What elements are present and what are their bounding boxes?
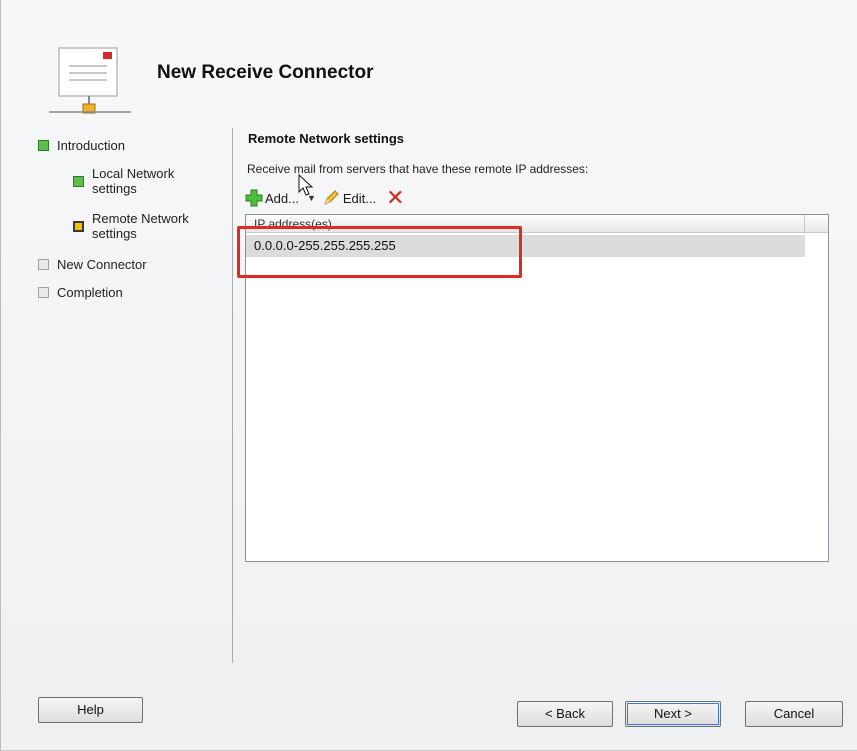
toolbar: Add... ▼ Edit... ✕ bbox=[245, 185, 405, 211]
edit-button[interactable]: Edit... bbox=[322, 189, 376, 207]
wizard-title: New Receive Connector bbox=[157, 62, 374, 83]
back-button[interactable]: < Back bbox=[517, 701, 613, 727]
section-title: Remote Network settings bbox=[248, 131, 405, 146]
nav-item-introduction: Introduction bbox=[38, 138, 125, 153]
add-icon bbox=[245, 189, 263, 207]
nav-item-completion: Completion bbox=[38, 285, 123, 300]
nav-divider bbox=[232, 128, 233, 663]
step-complete-icon bbox=[73, 176, 84, 187]
nav-item-new-connector: New Connector bbox=[38, 257, 147, 272]
nav-item-label: Completion bbox=[57, 285, 123, 300]
step-complete-icon bbox=[38, 140, 49, 151]
next-button[interactable]: Next > bbox=[625, 701, 721, 727]
nav-item-label: Local Network settings bbox=[92, 166, 175, 196]
help-button[interactable]: Help bbox=[38, 697, 143, 723]
edit-button-label: Edit... bbox=[342, 190, 377, 206]
nav-item-label: Introduction bbox=[57, 138, 125, 153]
delete-icon[interactable]: ✕ bbox=[386, 187, 404, 209]
step-pending-icon bbox=[38, 287, 49, 298]
add-button-label: Add... bbox=[265, 190, 299, 206]
wizard-window: New Receive Connector Introduction Local… bbox=[0, 0, 857, 751]
edit-icon bbox=[323, 190, 339, 205]
add-button[interactable]: Add... bbox=[245, 189, 299, 207]
step-current-icon bbox=[73, 221, 84, 232]
nav-item-remote-network: Remote Network settings bbox=[73, 211, 213, 241]
mouse-cursor-icon bbox=[298, 174, 314, 196]
connector-wizard-icon bbox=[49, 47, 131, 114]
step-pending-icon bbox=[38, 259, 49, 270]
annotation-highlight bbox=[237, 226, 522, 278]
nav-item-local-network: Local Network settings bbox=[73, 166, 203, 196]
nav-item-label: Remote Network settings bbox=[92, 211, 189, 241]
nav-item-label: New Connector bbox=[57, 257, 147, 272]
cancel-button[interactable]: Cancel bbox=[745, 701, 843, 727]
